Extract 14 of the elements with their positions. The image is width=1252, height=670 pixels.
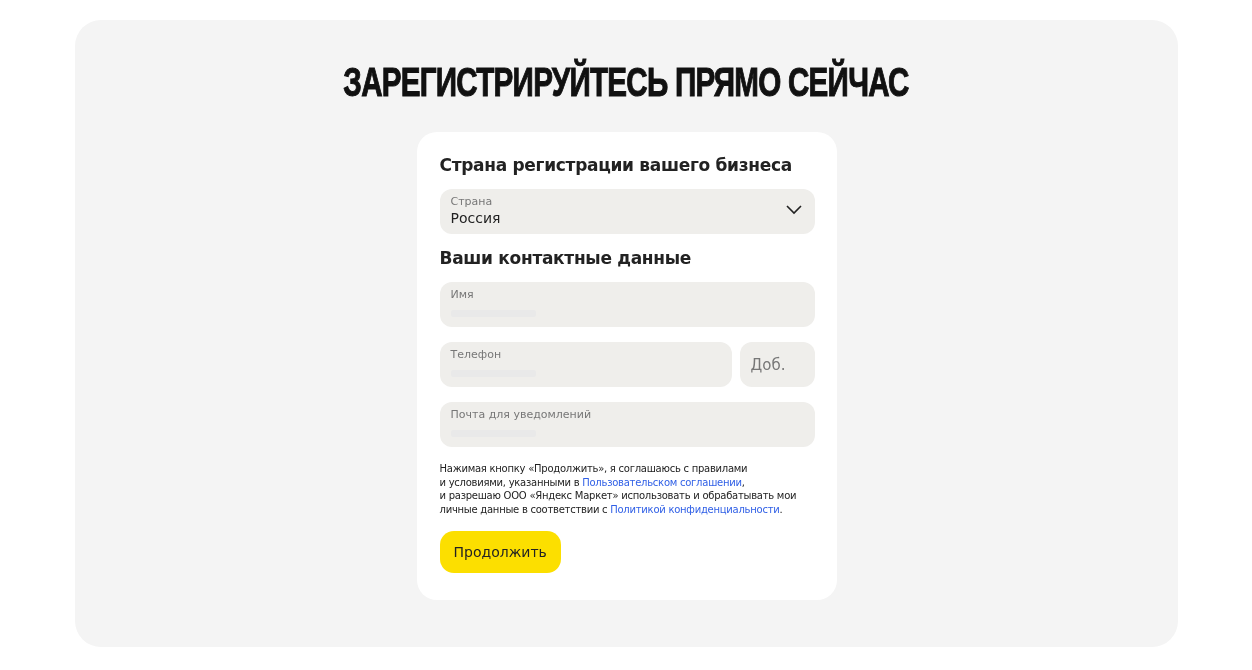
section-heading: Ваши контактные данные [439, 247, 693, 269]
field-label: Телефон [450, 348, 503, 361]
extension-field[interactable]: Доб. [739, 342, 815, 387]
consent-text: Нажимая кнопку «Продолжить», я соглашаюсь с правилами и условиями, указанными в Пользовательском соглашении, и разрешаю ООО «Яндекс Маркет» использовать и обрабатывать мои личные данные в соответствии с Политикой конфиденциальности. [439, 462, 798, 516]
chevron-down-icon [785, 205, 802, 215]
section-heading: Страна регистрации вашего бизнеса [439, 154, 793, 176]
field-label: Почта для уведомлений [450, 408, 593, 421]
country-select[interactable]: Страна Россия [439, 189, 815, 234]
policy-link[interactable]: Пользовательском соглашении [582, 476, 742, 488]
continue-button[interactable]: Продолжить [439, 531, 561, 573]
field-label: Имя [450, 288, 475, 301]
field-value: Россия [450, 209, 501, 228]
field-label: Страна [450, 195, 494, 208]
page-title: ЗАРЕГИСТРИРУЙТЕСЬ ПРЯМО СЕЙЧАС [343, 58, 910, 106]
